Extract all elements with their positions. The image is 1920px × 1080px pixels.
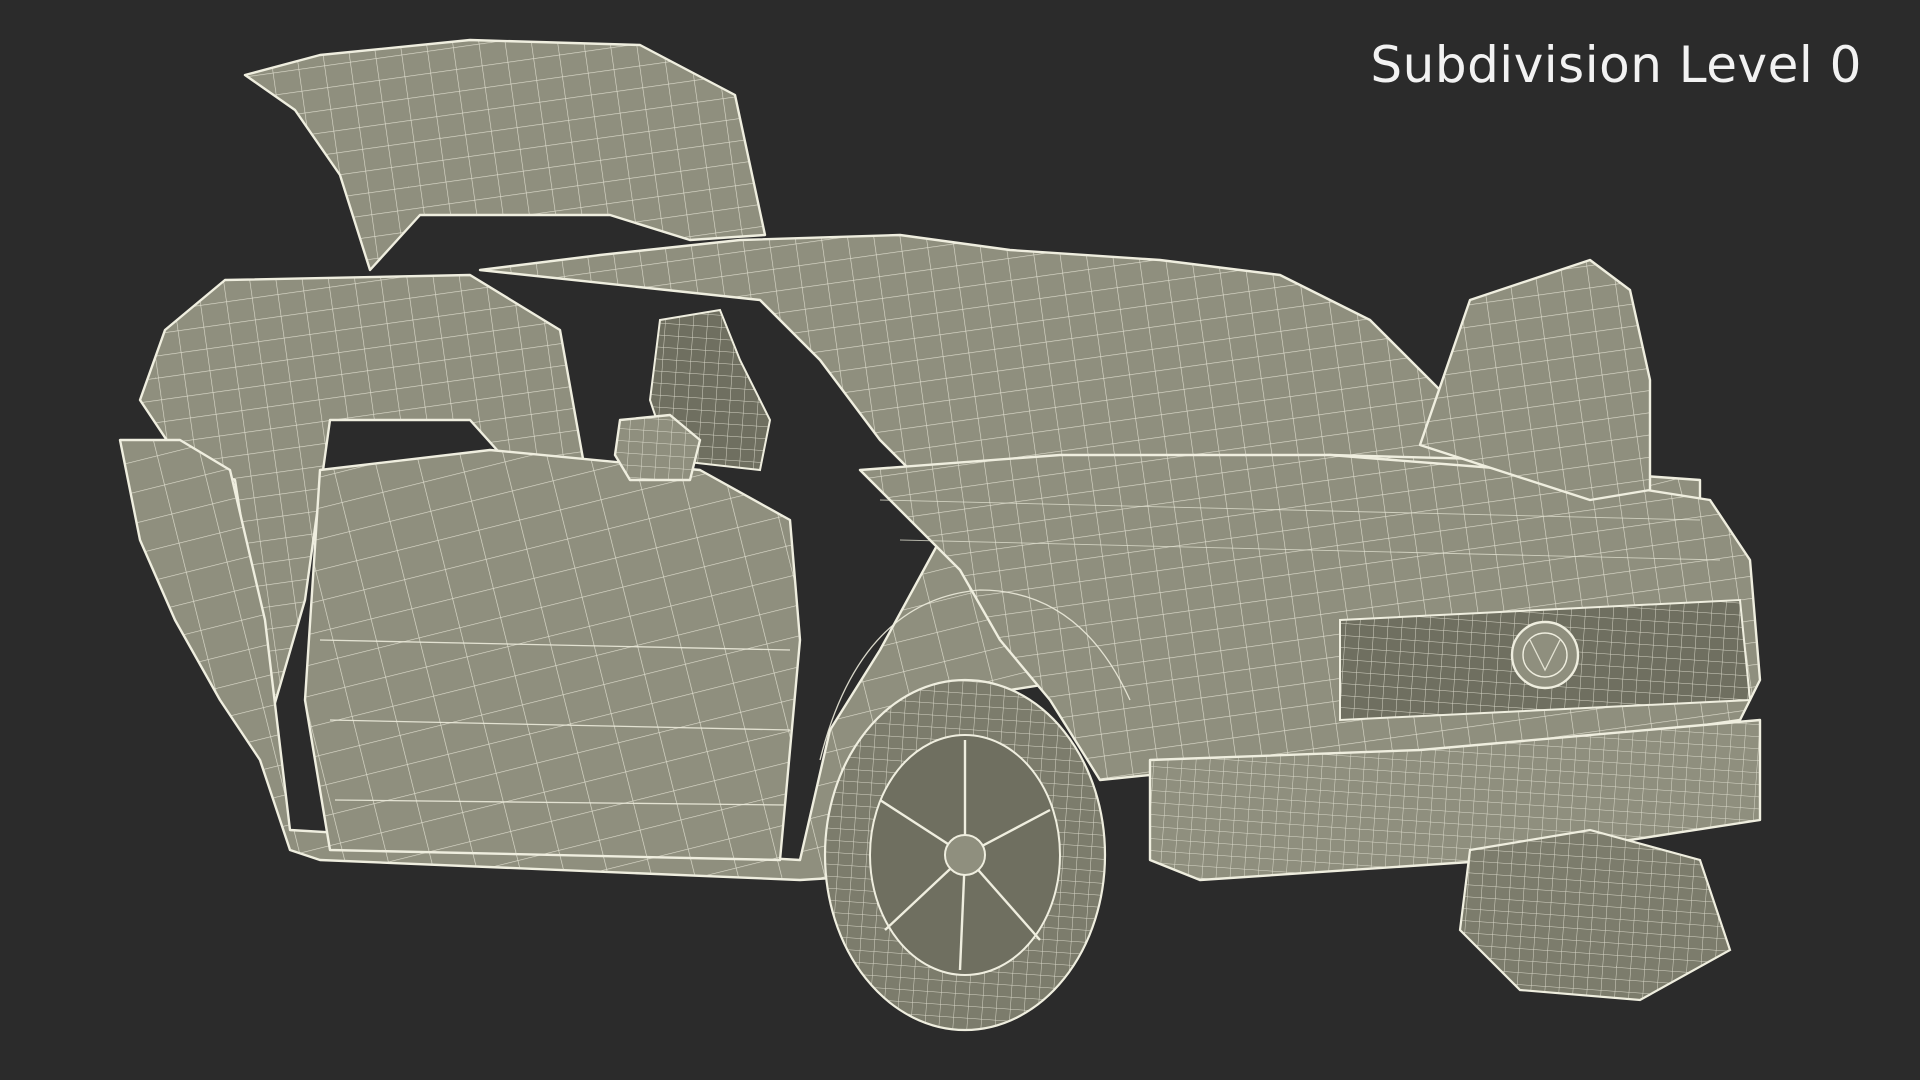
render-viewport: Subdivision Level 0 [0,0,1920,1080]
grille-mesh [1339,598,1752,722]
far-wheel-mesh [1458,828,1732,1002]
tailgate-mesh [243,38,767,272]
subdivision-level-label: Subdivision Level 0 [1370,36,1862,94]
front-door-mesh [303,448,802,862]
wireframe-car-render [118,38,1762,1032]
front-wheel-mesh [823,678,1107,1032]
